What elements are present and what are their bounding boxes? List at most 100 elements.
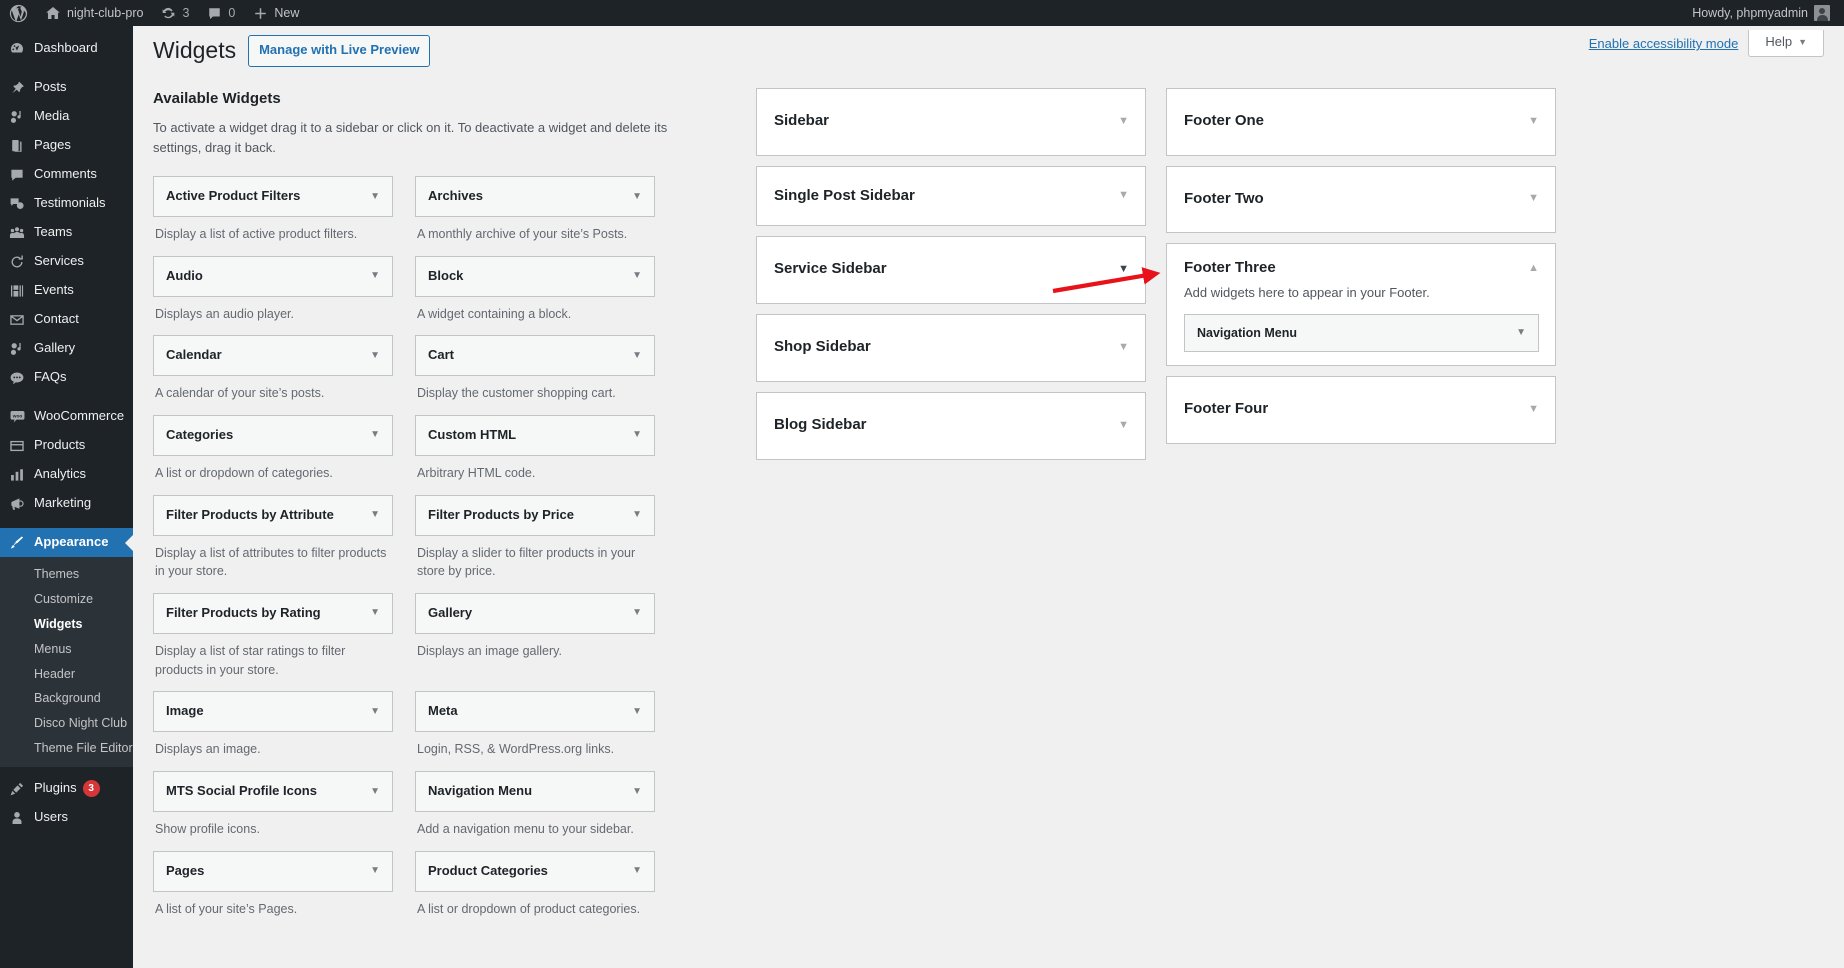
assigned-widget[interactable]: Navigation Menu ▼ xyxy=(1184,313,1539,352)
submenu-item-background[interactable]: Background xyxy=(0,686,133,711)
sidebar-area-toggle[interactable]: Footer One ▼ xyxy=(1167,89,1555,155)
submenu-item-widgets[interactable]: Widgets xyxy=(0,612,133,637)
available-widget-handle[interactable]: Gallery ▼ xyxy=(415,593,655,634)
sidebar-area-toggle[interactable]: Blog Sidebar ▼ xyxy=(757,393,1145,459)
chevron-down-icon[interactable]: ▼ xyxy=(1528,193,1539,204)
chevron-down-icon[interactable]: ▼ xyxy=(370,191,380,202)
chevron-down-icon[interactable]: ▼ xyxy=(632,706,642,717)
chevron-down-icon[interactable]: ▼ xyxy=(370,350,380,361)
sidebar-item-services[interactable]: Services xyxy=(0,247,133,276)
sidebar-item-analytics[interactable]: Analytics xyxy=(0,460,133,489)
submenu-item-customize[interactable]: Customize xyxy=(0,587,133,612)
chevron-down-icon[interactable]: ▼ xyxy=(632,608,642,618)
sidebar-item-woocommerce[interactable]: woo WooCommerce xyxy=(0,402,133,431)
sidebar-area-toggle[interactable]: Sidebar ▼ xyxy=(757,89,1145,155)
sidebar-item-comments[interactable]: Comments xyxy=(0,160,133,189)
sidebar-item-pages[interactable]: Pages xyxy=(0,131,133,160)
site-name-menu[interactable]: night-club-pro xyxy=(36,0,152,26)
chevron-down-icon[interactable]: ▼ xyxy=(1528,403,1539,415)
available-widget-handle[interactable]: Audio ▼ xyxy=(153,255,393,297)
chevron-down-icon[interactable]: ▼ xyxy=(370,608,380,618)
sidebar-item-faqs[interactable]: FAQs xyxy=(0,363,133,392)
submenu-item-menus[interactable]: Menus xyxy=(0,637,133,662)
submenu-item-disco-night-club[interactable]: Disco Night Club xyxy=(0,711,133,736)
sidebar-item-testimonials[interactable]: Testimonials xyxy=(0,189,133,218)
available-widget-handle[interactable]: Categories ▼ xyxy=(153,415,393,456)
updates-button[interactable]: 3 xyxy=(152,0,198,26)
appearance-submenu: Themes Customize Widgets Menus Header Ba… xyxy=(0,557,133,767)
chevron-down-icon[interactable]: ▼ xyxy=(370,786,380,797)
chevron-down-icon[interactable]: ▼ xyxy=(1516,327,1526,338)
chevron-down-icon[interactable]: ▼ xyxy=(370,430,380,440)
new-content-button[interactable]: New xyxy=(244,0,308,26)
available-widget-handle[interactable]: Archives ▼ xyxy=(415,176,655,217)
sidebar-item-plugins[interactable]: Plugins 3 xyxy=(0,774,133,803)
chevron-down-icon[interactable]: ▼ xyxy=(1118,264,1129,275)
chevron-down-icon[interactable]: ▼ xyxy=(1118,115,1129,127)
comments-button[interactable]: 0 xyxy=(198,0,244,26)
sidebar-item-appearance[interactable]: Appearance xyxy=(0,528,133,557)
sidebar-area-toggle[interactable]: Single Post Sidebar ▼ xyxy=(757,167,1145,226)
available-widget-title: Filter Products by Attribute xyxy=(166,506,334,522)
chevron-down-icon[interactable]: ▼ xyxy=(632,430,642,440)
chevron-down-icon[interactable]: ▼ xyxy=(632,786,642,797)
chevron-down-icon[interactable]: ▼ xyxy=(1118,419,1129,431)
available-widget-handle[interactable]: Custom HTML ▼ xyxy=(415,415,655,456)
chevron-down-icon[interactable]: ▼ xyxy=(632,866,642,876)
manage-with-live-preview-button[interactable]: Manage with Live Preview xyxy=(248,35,431,67)
available-widget-handle[interactable]: Active Product Filters ▼ xyxy=(153,176,393,217)
available-widget-handle[interactable]: Navigation Menu ▼ xyxy=(415,771,655,812)
sidebar-item-products[interactable]: Products xyxy=(0,431,133,460)
available-widget-handle[interactable]: Pages ▼ xyxy=(153,850,393,892)
sidebar-item-posts[interactable]: Posts xyxy=(0,73,133,102)
sidebar-item-events[interactable]: Events xyxy=(0,276,133,305)
sidebar-area-toggle[interactable]: Footer Two ▼ xyxy=(1167,167,1555,233)
chevron-down-icon[interactable]: ▼ xyxy=(1118,190,1129,201)
available-widget-handle[interactable]: Filter Products by Attribute ▼ xyxy=(153,494,393,536)
wordpress-logo-icon[interactable] xyxy=(0,0,36,26)
chevron-down-icon[interactable]: ▼ xyxy=(632,271,642,281)
available-widget-handle[interactable]: MTS Social Profile Icons ▼ xyxy=(153,771,393,812)
sidebar-area: Single Post Sidebar ▼ xyxy=(756,165,1146,227)
my-account-menu[interactable]: Howdy, phpmyadmin xyxy=(1683,0,1844,26)
sidebar-area-toggle[interactable]: Footer Three ▲ xyxy=(1167,244,1555,282)
sidebar-area-toggle[interactable]: Footer Four ▼ xyxy=(1167,377,1555,443)
submenu-item-theme-file-editor[interactable]: Theme File Editor xyxy=(0,736,133,761)
chevron-down-icon[interactable]: ▼ xyxy=(1118,341,1129,353)
chevron-down-icon[interactable]: ▼ xyxy=(370,706,380,717)
sidebar-item-gallery[interactable]: Gallery xyxy=(0,334,133,363)
chevron-down-icon[interactable]: ▼ xyxy=(632,510,642,520)
sidebar-item-teams[interactable]: Teams xyxy=(0,218,133,247)
sidebar-item-marketing[interactable]: Marketing xyxy=(0,489,133,518)
sidebar-item-media[interactable]: Media xyxy=(0,102,133,131)
sidebar-item-users[interactable]: Users xyxy=(0,803,133,832)
chevron-down-icon[interactable]: ▼ xyxy=(632,350,642,361)
available-widget-title: Image xyxy=(166,703,204,719)
chevron-down-icon[interactable]: ▼ xyxy=(1528,115,1539,127)
sidebar-item-label: Teams xyxy=(34,224,73,240)
available-widget-title: Pages xyxy=(166,862,205,878)
chevron-down-icon[interactable]: ▼ xyxy=(370,866,380,876)
available-widget-handle[interactable]: Cart ▼ xyxy=(415,335,655,377)
sidebar-area-toggle[interactable]: Shop Sidebar ▼ xyxy=(757,315,1145,381)
chevron-up-icon[interactable]: ▲ xyxy=(1528,263,1539,274)
available-widget: Meta ▼ Login, RSS, & WordPress.org links. xyxy=(415,691,655,759)
available-widget-handle[interactable]: Filter Products by Rating ▼ xyxy=(153,593,393,634)
chevron-down-icon[interactable]: ▼ xyxy=(632,191,642,202)
available-widget-handle[interactable]: Block ▼ xyxy=(415,255,655,297)
sidebar-area: Sidebar ▼ xyxy=(756,87,1146,156)
enable-accessibility-mode-link[interactable]: Enable accessibility mode xyxy=(1589,30,1749,57)
sidebar-item-contact[interactable]: Contact xyxy=(0,305,133,334)
available-widget-handle[interactable]: Meta ▼ xyxy=(415,691,655,733)
available-widget-handle[interactable]: Product Categories ▼ xyxy=(415,850,655,892)
submenu-item-header[interactable]: Header xyxy=(0,662,133,687)
sidebar-area-toggle[interactable]: Service Sidebar ▼ xyxy=(757,237,1145,303)
help-tab-button[interactable]: Help ▼ xyxy=(1748,30,1824,57)
available-widget-handle[interactable]: Calendar ▼ xyxy=(153,335,393,377)
submenu-item-themes[interactable]: Themes xyxy=(0,562,133,587)
sidebar-item-dashboard[interactable]: Dashboard xyxy=(0,34,133,63)
available-widget-handle[interactable]: Image ▼ xyxy=(153,691,393,733)
available-widget-handle[interactable]: Filter Products by Price ▼ xyxy=(415,494,655,536)
chevron-down-icon[interactable]: ▼ xyxy=(370,510,380,520)
chevron-down-icon[interactable]: ▼ xyxy=(370,271,380,281)
